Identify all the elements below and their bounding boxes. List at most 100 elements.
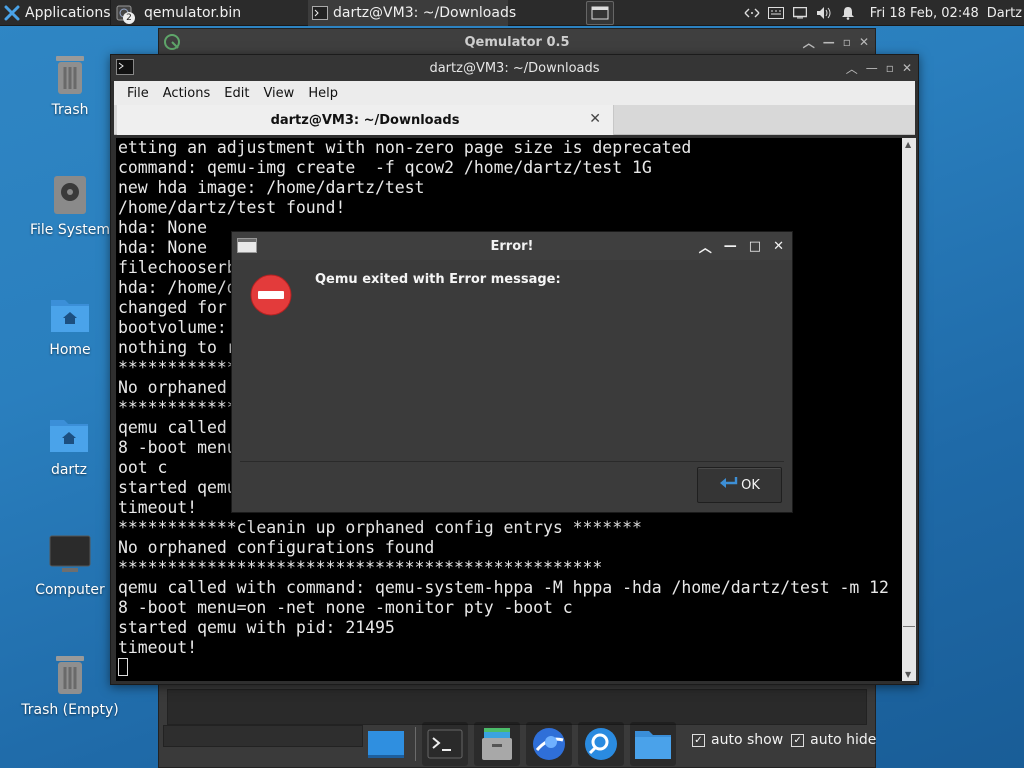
terminal-line: /home/dartz/test found! (118, 198, 346, 217)
scroll-down-icon[interactable]: ▼ (905, 670, 911, 679)
qemu-icon: 2 (115, 4, 135, 24)
window-list-button[interactable] (586, 1, 614, 25)
dock-separator (415, 727, 416, 761)
close-icon[interactable]: ✕ (859, 35, 869, 49)
desktop-icon-label: Trash (Empty) (21, 702, 119, 718)
auto-show-checkbox[interactable]: ✓ auto show (692, 732, 783, 748)
auto-show-label: auto show (711, 732, 784, 748)
dock-item-file-manager[interactable] (474, 722, 520, 766)
file-manager-icon (482, 728, 512, 760)
desktop-icon-label: Home (49, 342, 91, 358)
close-icon[interactable]: ✕ (773, 239, 784, 254)
divider (240, 461, 784, 462)
terminal-titlebar[interactable]: dartz@VM3: ~/Downloads ︿ — ▫ ✕ (111, 55, 918, 81)
scroll-up-icon[interactable]: ▲ (905, 140, 911, 149)
dock-item-web-browser[interactable] (526, 722, 572, 766)
taskbar-item-label: qemulator.bin (144, 4, 242, 21)
terminal-line: etting an adjustment with non-zero page … (118, 138, 692, 157)
close-icon[interactable]: ✕ (902, 61, 912, 75)
chevron-up-icon[interactable]: ︿ (699, 237, 712, 256)
menu-actions[interactable]: Actions (156, 86, 218, 101)
qemulator-status (163, 725, 363, 747)
keyboard-icon[interactable] (764, 0, 788, 26)
dock-item-terminal[interactable] (422, 722, 468, 766)
menu-edit[interactable]: Edit (217, 86, 256, 101)
chevron-up-icon[interactable]: ︿ (803, 34, 815, 51)
trash-icon (56, 656, 84, 694)
tab-bar: dartz@VM3: ~/Downloads ✕ (114, 105, 915, 135)
terminal-icon (427, 729, 463, 759)
minimize-icon[interactable]: — (724, 239, 737, 254)
dialog-titlebar[interactable]: Error! ︿ — □ ✕ (232, 232, 792, 260)
clock[interactable]: Fri 18 Feb, 02:48 (870, 6, 979, 21)
ok-label: OK (741, 477, 760, 493)
scrollbar[interactable]: ▲ ▼ (902, 138, 916, 681)
text-cursor (118, 658, 128, 676)
close-tab-icon[interactable]: ✕ (589, 111, 601, 127)
window-list-icon (591, 6, 609, 20)
menu-file[interactable]: File (120, 86, 156, 101)
taskbar-item-qemulator[interactable]: 2 qemulator.bin (110, 0, 302, 26)
volume-icon[interactable] (812, 0, 836, 26)
applications-menu[interactable]: Applications (0, 0, 111, 26)
web-browser-icon (533, 728, 565, 760)
home-folder-icon (51, 300, 89, 332)
maximize-icon[interactable]: ▫ (843, 35, 851, 49)
desktop-icon (368, 731, 404, 758)
display-icon[interactable] (788, 0, 812, 26)
terminal-line: qemu called with command: qemu-system-hp… (118, 578, 889, 597)
notifications-icon[interactable] (836, 0, 860, 26)
window-title: Qemulator 0.5 (464, 34, 570, 50)
applications-label: Applications (25, 4, 111, 21)
terminal-line: new hda image: /home/dartz/test (118, 178, 425, 197)
error-dialog: Error! ︿ — □ ✕ Qemu exited with Error me… (231, 231, 793, 513)
desktop-icon-label: Trash (51, 102, 89, 118)
desktop-icon-label: File System (29, 222, 111, 238)
terminal-line: ************cleanin up orphaned config e… (118, 518, 642, 537)
tab-label: dartz@VM3: ~/Downloads (270, 112, 460, 128)
desktop-icon-label: dartz (50, 462, 88, 478)
dock-item-search[interactable] (578, 722, 624, 766)
minimize-icon[interactable]: — (823, 35, 835, 49)
terminal-cursor-line (118, 658, 889, 678)
auto-hide-label: auto hide (810, 732, 877, 748)
home-folder-icon (50, 420, 88, 452)
scrollbar-thumb[interactable] (903, 626, 915, 627)
ok-button[interactable]: OK (697, 467, 782, 503)
dock-item-desktop[interactable] (363, 722, 409, 766)
dialog-message: Qemu exited with Error message: (315, 272, 561, 287)
menu-help[interactable]: Help (301, 86, 345, 101)
menu-view[interactable]: View (256, 86, 301, 101)
auto-hide-checkbox[interactable]: ✓ auto hide (791, 732, 876, 748)
terminal-icon (312, 4, 328, 22)
terminal-icon (116, 59, 134, 79)
network-icon[interactable] (740, 0, 764, 26)
xfce-logo-icon (4, 4, 20, 22)
checkbox-checked-icon: ✓ (692, 733, 705, 747)
trash-icon (56, 56, 84, 94)
maximize-icon[interactable]: ▫ (886, 61, 894, 75)
terminal-line: No orphaned configurations found (118, 538, 435, 557)
window-count-badge: 2 (123, 11, 135, 24)
minimize-icon[interactable]: — (866, 61, 878, 75)
maximize-icon[interactable]: □ (749, 239, 761, 254)
window-icon (237, 238, 257, 253)
chevron-up-icon[interactable]: ︿ (846, 60, 858, 77)
desktop-icon-label: Computer (35, 582, 105, 598)
user-menu[interactable]: Dartz (987, 6, 1022, 21)
folder-icon (635, 731, 671, 759)
enter-arrow-icon (719, 476, 739, 494)
dock-item-folder[interactable] (630, 722, 676, 766)
status-area: Fri 18 Feb, 02:48 Dartz (740, 0, 1024, 26)
dock (361, 720, 689, 768)
search-icon (585, 728, 617, 760)
taskbar-item-label: dartz@VM3: ~/Downloads (333, 4, 517, 21)
menu-bar: File Actions Edit View Help (114, 81, 915, 105)
top-panel: Applications 2 qemulator.bin dartz@VM3: … (0, 0, 1024, 26)
terminal-line: started qemu with pid: 21495 (118, 618, 395, 637)
taskbar-item-terminal[interactable]: dartz@VM3: ~/Downloads (308, 0, 516, 26)
tab-terminal[interactable]: dartz@VM3: ~/Downloads ✕ (117, 105, 614, 135)
qemulator-titlebar[interactable]: Qemulator 0.5 ︿ — ▫ ✕ (159, 29, 875, 55)
terminal-line: timeout! (118, 638, 198, 657)
terminal-line: ****************************************… (118, 558, 603, 577)
